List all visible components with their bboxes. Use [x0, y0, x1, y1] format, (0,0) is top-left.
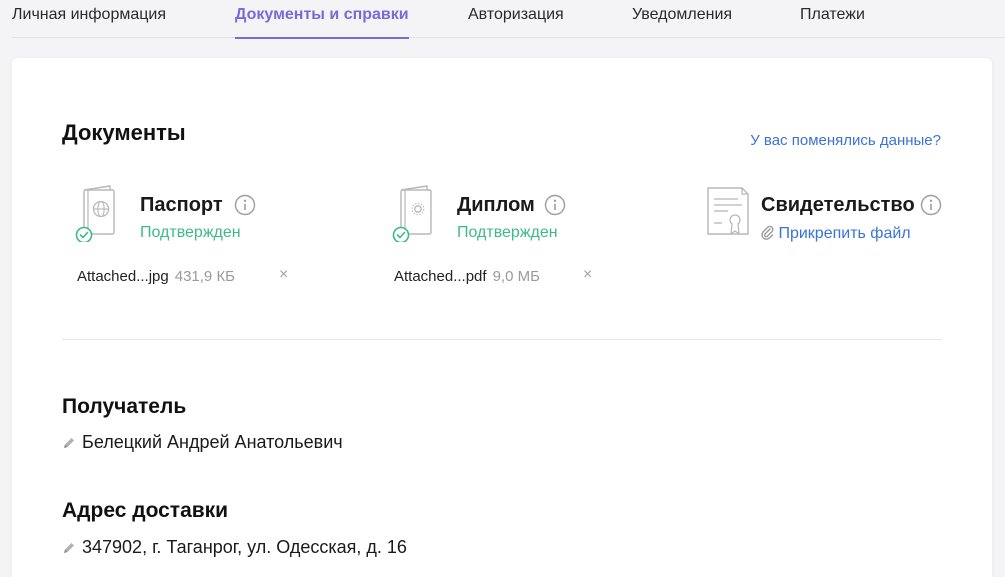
document-diploma: Диплом Подтвержден Attached...pdf 9,0 МБ …: [391, 182, 631, 292]
tab-documents[interactable]: Документы и справки: [235, 6, 409, 39]
delivery-address: 347902, г. Таганрог, ул. Одесская, д. 16: [82, 537, 407, 557]
remove-file-button[interactable]: ×: [279, 266, 288, 284]
file-size: 431,9 КБ: [174, 268, 236, 285]
passport-file[interactable]: Attached...jpg 431,9 КБ: [77, 268, 235, 285]
address-title: Адрес доставки: [62, 499, 229, 522]
pencil-icon[interactable]: [62, 541, 76, 555]
file-size: 9,0 МБ: [492, 268, 540, 285]
attach-file-label[interactable]: Прикрепить файл: [778, 225, 910, 242]
passport-title: Паспорт: [140, 194, 223, 216]
document-certificate: Свидетельство Прикрепить файл: [704, 182, 954, 292]
documents-card: Документы У вас поменялись данные? Паспо…: [12, 58, 992, 577]
address-row: 347902, г. Таганрог, ул. Одесская, д. 16: [62, 537, 407, 558]
passport-icon: [75, 185, 115, 242]
data-changed-link[interactable]: У вас поменялись данные?: [750, 132, 941, 149]
paperclip-icon: [761, 225, 774, 240]
tab-personal-info[interactable]: Личная информация: [12, 6, 166, 38]
documents-title: Документы: [62, 120, 186, 145]
document-passport: Паспорт Подтвержден Attached...jpg 431,9 …: [74, 182, 314, 292]
passport-status: Подтвержден: [140, 224, 241, 241]
diploma-file[interactable]: Attached...pdf 9,0 МБ: [394, 268, 540, 285]
tab-payments[interactable]: Платежи: [800, 6, 865, 38]
file-name[interactable]: Attached...jpg: [77, 268, 169, 285]
recipient-row: Белецкий Андрей Анатольевич: [62, 432, 343, 453]
profile-tabs: Личная информация Документы и справки Ав…: [12, 0, 1005, 39]
file-name[interactable]: Attached...pdf: [394, 268, 487, 285]
info-icon[interactable]: [920, 194, 942, 216]
info-icon[interactable]: [544, 194, 566, 216]
diploma-title: Диплом: [457, 194, 535, 216]
attach-file-link[interactable]: Прикрепить файл: [760, 224, 911, 243]
pencil-icon[interactable]: [62, 436, 76, 450]
diploma-icon: [392, 185, 432, 242]
recipient-title: Получатель: [62, 395, 187, 418]
info-icon[interactable]: [234, 194, 256, 216]
tab-authorization[interactable]: Авторизация: [468, 6, 564, 38]
remove-file-button[interactable]: ×: [583, 266, 592, 284]
section-divider: [62, 339, 942, 340]
tab-notifications[interactable]: Уведомления: [632, 6, 732, 38]
diploma-status: Подтвержден: [457, 224, 558, 241]
recipient-name: Белецкий Андрей Анатольевич: [82, 432, 343, 452]
certificate-icon: [707, 187, 749, 236]
certificate-title: Свидетельство: [761, 194, 915, 216]
